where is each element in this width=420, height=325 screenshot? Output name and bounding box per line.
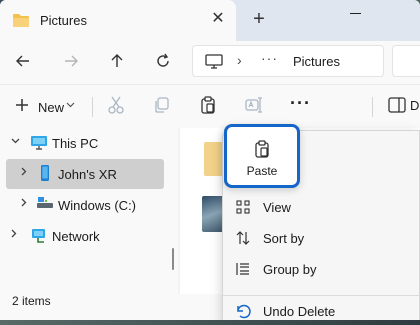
forward-button[interactable] <box>58 50 84 76</box>
chevron-right-icon <box>11 229 17 238</box>
scissors-icon <box>108 96 124 114</box>
copy-icon <box>155 97 169 113</box>
refresh-button[interactable] <box>150 50 176 76</box>
new-tab-button[interactable]: + <box>248 9 270 31</box>
breadcrumb-overflow[interactable]: ··· <box>261 50 278 66</box>
minimize-button[interactable] <box>346 4 366 24</box>
monitor-icon <box>31 136 47 150</box>
breadcrumb-pictures[interactable]: Pictures <box>293 54 340 69</box>
close-tab-icon[interactable]: ✕ <box>208 9 228 29</box>
details-pane-icon <box>388 97 406 113</box>
tab-title: Pictures <box>40 13 87 28</box>
file-explorer-window: Pictures ✕ + › ··· Pictures New ··· D Th… <box>0 0 420 320</box>
menu-item-undo-delete[interactable]: Undo Delete <box>223 297 420 320</box>
arrow-left-icon <box>16 55 29 67</box>
arrow-up-icon <box>111 54 123 67</box>
navigation-pane: This PC John's XR Windows (C:) Network <box>0 128 178 294</box>
chevron-down-icon <box>66 102 75 108</box>
menu-divider <box>223 295 420 296</box>
item-count: 2 items <box>12 294 51 308</box>
chevron-right-icon <box>21 167 27 176</box>
paste-toolbar-button[interactable] <box>198 95 222 119</box>
sort-icon <box>236 231 250 245</box>
command-bar: New ··· D <box>0 84 420 128</box>
menu-item-group-by[interactable]: Group by <box>223 255 420 285</box>
clipboard-icon <box>201 96 215 114</box>
group-icon <box>236 263 249 275</box>
menu-item-label: Sort by <box>263 231 305 246</box>
tree-item-label: Network <box>52 229 100 244</box>
tree-item-windows-c[interactable]: Windows (C:) <box>0 190 170 220</box>
tree-item-label: Windows (C:) <box>58 198 137 213</box>
new-button[interactable]: New <box>8 93 80 121</box>
refresh-icon <box>157 53 169 67</box>
details-label: D <box>410 98 420 113</box>
more-options-button[interactable]: ··· <box>290 93 311 114</box>
tab-pictures[interactable]: Pictures ✕ <box>0 0 236 41</box>
divider <box>92 97 93 117</box>
tree-item-label: John's XR <box>58 167 117 182</box>
undo-icon <box>237 304 251 319</box>
tree-item-johns-xr[interactable]: John's XR <box>6 159 164 189</box>
details-button[interactable]: D <box>388 97 419 116</box>
arrow-right-icon <box>65 55 78 67</box>
chevron-right-icon <box>21 198 27 207</box>
phone-icon <box>41 165 49 181</box>
breadcrumb-separator: › <box>237 52 242 68</box>
monitor-icon <box>205 54 223 69</box>
back-button[interactable] <box>10 50 36 76</box>
network-icon <box>32 229 45 243</box>
nav-pane-scrollbar[interactable] <box>172 248 174 270</box>
drive-icon <box>37 197 53 208</box>
tree-item-this-pc[interactable]: This PC <box>0 128 170 158</box>
view-grid-icon <box>236 200 250 214</box>
paste-label: Paste <box>246 164 278 178</box>
new-label: New <box>38 100 65 115</box>
search-input[interactable] <box>392 45 420 77</box>
plus-icon <box>16 99 28 111</box>
tree-item-label: This PC <box>52 136 99 151</box>
tree-item-network[interactable]: Network <box>0 221 170 251</box>
navigation-bar: › ··· Pictures <box>0 41 420 84</box>
paste-button[interactable]: Paste <box>224 124 300 188</box>
up-button[interactable] <box>104 50 130 76</box>
folder-icon <box>13 14 29 27</box>
menu-item-label: View <box>263 200 291 215</box>
cut-button[interactable] <box>106 95 130 119</box>
title-bar: Pictures ✕ + <box>0 0 420 41</box>
menu-item-view[interactable]: View <box>223 193 420 223</box>
copy-button[interactable] <box>152 95 176 119</box>
clipboard-icon <box>255 140 269 158</box>
rename-button[interactable] <box>244 95 268 119</box>
menu-item-label: Undo Delete <box>263 304 336 319</box>
menu-item-label: Group by <box>263 262 317 277</box>
address-bar[interactable]: › ··· Pictures <box>192 45 384 77</box>
chevron-down-icon <box>11 138 20 144</box>
rename-icon <box>245 97 262 113</box>
divider <box>372 97 373 117</box>
menu-item-sort-by[interactable]: Sort by <box>223 224 420 254</box>
